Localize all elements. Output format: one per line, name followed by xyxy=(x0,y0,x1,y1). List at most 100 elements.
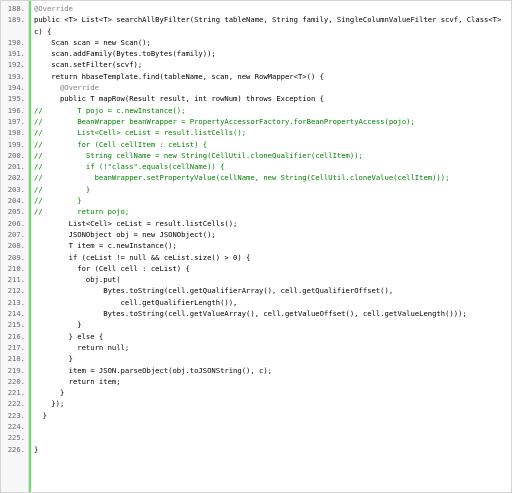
line-number: 223. xyxy=(7,410,25,420)
line-number: 218. xyxy=(7,354,25,364)
code-line: 192. scan.setFilter(scvf); xyxy=(8,59,507,70)
line-number: 193. xyxy=(7,71,25,81)
code-text: public T mapRow(Result result, int rowNu… xyxy=(34,94,324,104)
code-text: @Override xyxy=(34,4,73,13)
code-line: 219. item = JSON.parseObject(obj.toJSONS… xyxy=(8,365,507,376)
code-line: 198. // List<Cell> ceList = result.listCe… xyxy=(8,127,507,138)
line-number: 216. xyxy=(7,331,25,341)
code-text: if (ceList != null && ceList.size() > 0)… xyxy=(34,252,251,262)
line-number: 215. xyxy=(7,320,25,330)
code-text: } else { xyxy=(34,331,104,341)
code-text: // } xyxy=(34,184,91,194)
line-number: 195. xyxy=(7,94,25,104)
code-line: 221. } xyxy=(8,387,507,398)
code-line: 191. scan.addFamily(Bytes.toBytes(family… xyxy=(8,48,507,59)
code-line: 217. return null; xyxy=(8,342,507,353)
line-number: 211. xyxy=(7,275,25,285)
line-number: 207. xyxy=(7,229,25,239)
line-number: 201. xyxy=(7,162,25,172)
code-line: 225. xyxy=(8,432,507,443)
line-number: 206. xyxy=(7,218,25,228)
line-number: 190. xyxy=(7,37,25,47)
code-area[interactable]: 188. @Override 189. public <T> List<T> sea… xyxy=(8,3,507,492)
code-text: } xyxy=(34,410,47,420)
code-line: 216. } else { xyxy=(8,331,507,342)
code-text: for (Cell cell : ceList) { xyxy=(34,263,190,273)
line-number: 204. xyxy=(7,196,25,206)
line-number: 221. xyxy=(7,388,25,398)
code-line: 218. } xyxy=(8,353,507,364)
code-line: 188. @Override xyxy=(8,3,507,14)
code-line: 207. JSONObject obj = new JSONObject(); xyxy=(8,229,507,240)
line-number: 199. xyxy=(7,139,25,149)
code-text: } xyxy=(34,444,39,454)
line-number: 205. xyxy=(7,207,25,217)
code-text: return hbaseTemplate.find(tableName, sca… xyxy=(34,71,324,81)
code-text: JSONObject obj = new JSONObject(); xyxy=(34,229,216,239)
code-text: // } xyxy=(34,196,82,206)
line-number: 196. xyxy=(7,105,25,115)
code-text: List<Cell> ceList = result.listCells(); xyxy=(34,218,238,228)
code-text: Bytes.toString(cell.getValueArray(), cel… xyxy=(34,309,467,319)
line-number: 212. xyxy=(7,286,25,296)
line-number: 226. xyxy=(7,444,25,454)
code-text: scan.setFilter(scvf); xyxy=(34,60,143,70)
line-number: 188. xyxy=(7,4,25,13)
code-line: 226.} xyxy=(8,444,507,455)
code-text: T item = c.newInstance(); xyxy=(34,241,177,251)
code-text: public <T> List<T> searchAllByFilter(Str… xyxy=(34,15,502,36)
line-number: 192. xyxy=(7,60,25,70)
line-number: 225. xyxy=(7,433,25,443)
code-text: // BeanWrapper beanWrapper = PropertyAcc… xyxy=(34,116,415,126)
line-number: 197. xyxy=(7,116,25,126)
code-line: 197. // BeanWrapper beanWrapper = Propert… xyxy=(8,116,507,127)
code-text: // T pojo = c.newInstance(); xyxy=(34,105,186,115)
code-text: cell.getQualifierLength()), xyxy=(34,297,238,307)
code-line: 224. xyxy=(8,421,507,432)
code-line: 212. Bytes.toString(cell.getQualifierArr… xyxy=(8,285,507,296)
code-text: @Override xyxy=(34,83,99,93)
line-number: 222. xyxy=(7,399,25,409)
code-text: } xyxy=(34,354,73,364)
line-number: 194. xyxy=(7,83,25,93)
code-text: // List<Cell> ceList = result.listCells(… xyxy=(34,128,247,138)
line-number: 224. xyxy=(7,421,25,431)
code-text: item = JSON.parseObject(obj.toJSONString… xyxy=(34,365,272,375)
code-text: // beanWrapper.setPropertyValue(cellName… xyxy=(34,173,450,183)
code-text: // if (!"class".equals(cellName)) { xyxy=(34,162,225,172)
code-text: scan.addFamily(Bytes.toBytes(family)); xyxy=(34,49,216,59)
line-number: 198. xyxy=(7,128,25,138)
code-line: 210. for (Cell cell : ceList) { xyxy=(8,263,507,274)
code-line: 213. cell.getQualifierLength()), xyxy=(8,297,507,308)
code-line: 214. Bytes.toString(cell.getValueArray()… xyxy=(8,308,507,319)
line-number: 213. xyxy=(7,297,25,307)
code-line: 222. }); xyxy=(8,398,507,409)
code-line: 194. @Override xyxy=(8,82,507,93)
code-viewer: 188. @Override 189. public <T> List<T> sea… xyxy=(0,0,512,493)
code-line: 205. // return pojo; xyxy=(8,206,507,217)
code-line: 220. return item; xyxy=(8,376,507,387)
line-number: 200. xyxy=(7,150,25,160)
code-line: 211. obj.put( xyxy=(8,274,507,285)
line-number: 203. xyxy=(7,184,25,194)
code-line: 204. // } xyxy=(8,195,507,206)
code-line: 190. Scan scan = new Scan(); xyxy=(8,37,507,48)
code-text: } xyxy=(34,320,82,330)
code-line: 209. if (ceList != null && ceList.size()… xyxy=(8,252,507,263)
line-number: 208. xyxy=(7,241,25,251)
line-number: 210. xyxy=(7,263,25,273)
code-line: 195. public T mapRow(Result result, int … xyxy=(8,93,507,104)
code-text: // return pojo; xyxy=(34,207,130,217)
code-text: }); xyxy=(34,399,65,409)
code-line: 193. return hbaseTemplate.find(tableName… xyxy=(8,71,507,82)
code-text: return null; xyxy=(34,342,130,352)
code-text: obj.put( xyxy=(34,275,121,285)
line-number: 214. xyxy=(7,309,25,319)
line-number: 191. xyxy=(7,49,25,59)
code-line: 201. // if (!"class".equals(cellName)) { xyxy=(8,161,507,172)
code-line: 208. T item = c.newInstance(); xyxy=(8,240,507,251)
line-number: 219. xyxy=(7,365,25,375)
line-number: 209. xyxy=(7,252,25,262)
code-text: return item; xyxy=(34,376,121,386)
code-line: 202. // beanWrapper.setPropertyValue(cell… xyxy=(8,172,507,183)
